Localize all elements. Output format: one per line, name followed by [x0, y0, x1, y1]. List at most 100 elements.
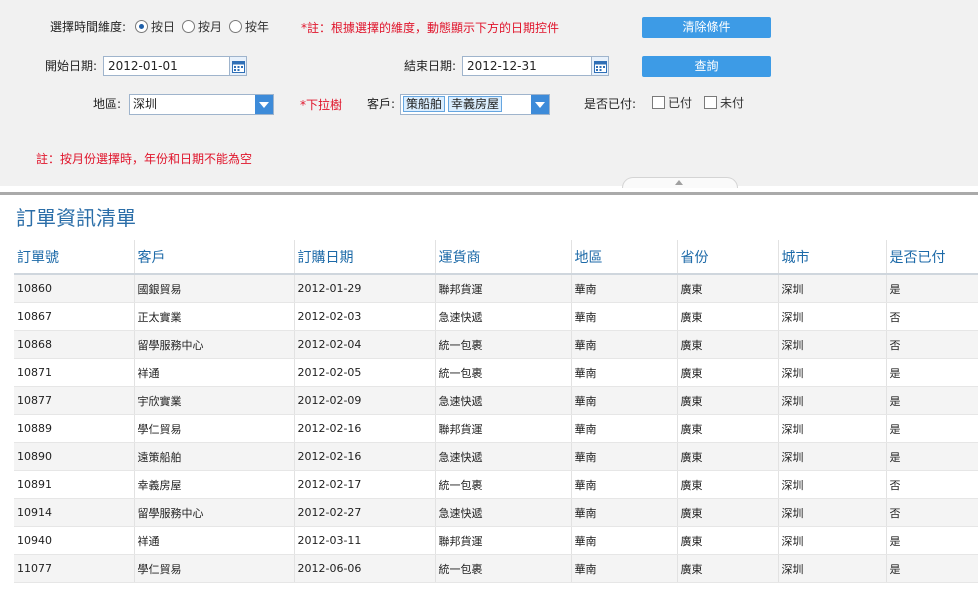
table-cell: 廣東 — [677, 498, 779, 527]
paid-checkbox-label: 已付 — [668, 96, 693, 110]
dimension-note: *註：根據選擇的維度，動態顯示下方的日期控件 — [301, 21, 560, 35]
table-cell: 2012-02-03 — [294, 302, 436, 331]
table-cell: 是 — [886, 414, 978, 443]
table-cell: 國銀貿易 — [134, 274, 295, 303]
table-cell: 是 — [886, 442, 978, 471]
table-cell: 宇欣實業 — [134, 386, 295, 415]
table-cell: 統一包裹 — [435, 330, 572, 359]
dropdown-tree-note: *下拉樹 — [300, 98, 343, 112]
table-cell: 否 — [886, 302, 978, 331]
unpaid-checkbox[interactable]: 未付 — [704, 94, 744, 112]
table-row[interactable]: 10867 正太實業 2012-02-03 急速快遞 華南 廣東 深圳否 — [14, 302, 978, 331]
end-date-calendar-button[interactable] — [591, 56, 609, 76]
table-row[interactable]: 10868 留學服務中心 2012-02-04 統一包裹 華南 廣東 深圳否 — [14, 330, 978, 359]
customer-tag[interactable]: 幸義房屋 — [448, 96, 503, 112]
table-row[interactable]: 10891 幸義房屋 2012-02-17 統一包裹 華南 廣東 深圳否 — [14, 470, 978, 499]
table-cell: 華南 — [571, 414, 678, 443]
radio-day-circle[interactable] — [135, 20, 148, 33]
table-cell: 廣東 — [677, 330, 779, 359]
table-row[interactable]: 10889 學仁貿易 2012-02-16 聯邦貨運 華南 廣東 深圳是 — [14, 414, 978, 443]
start-date-calendar-button[interactable] — [229, 56, 247, 76]
radio-year-label: 按年 — [245, 20, 270, 34]
table-cell: 2012-02-27 — [294, 498, 436, 527]
radio-year[interactable]: 按年 — [229, 18, 269, 36]
table-cell: 廣東 — [677, 358, 779, 387]
table-cell: 2012-02-05 — [294, 358, 436, 387]
clear-conditions-button[interactable]: 清除條件 — [642, 17, 771, 38]
unpaid-checkbox-box[interactable] — [704, 96, 717, 109]
table-cell: 廣東 — [677, 526, 779, 555]
table-row[interactable]: 10860 國銀貿易 2012-01-29 聯邦貨運 華南 廣東 深圳是 — [14, 274, 978, 303]
table-cell: 深圳 — [778, 414, 887, 443]
region-dropdown-arrow[interactable] — [255, 95, 273, 114]
table-cell: 11077 — [14, 554, 135, 583]
end-date-input[interactable]: 2012-12-31 — [462, 56, 592, 76]
paid-checkbox-box[interactable] — [652, 96, 665, 109]
radio-month-label: 按月 — [198, 20, 223, 34]
table-cell: 是 — [886, 554, 978, 583]
table-cell: 10867 — [14, 302, 135, 331]
table-cell: 華南 — [571, 330, 678, 359]
customer-dropdown-arrow[interactable] — [531, 95, 549, 114]
column-header[interactable]: 城市 — [778, 240, 887, 275]
paid-checkbox[interactable]: 已付 — [652, 94, 692, 112]
column-header[interactable]: 省份 — [677, 240, 779, 275]
column-header[interactable]: 客戶 — [134, 240, 295, 275]
column-header[interactable]: 是否已付 — [886, 240, 978, 275]
table-cell: 是 — [886, 274, 978, 303]
table-row[interactable]: 10877 宇欣實業 2012-02-09 急速快遞 華南 廣東 深圳是 — [14, 386, 978, 415]
table-cell: 統一包裹 — [435, 470, 572, 499]
table-cell: 深圳 — [778, 386, 887, 415]
table-row[interactable]: 10890 遠策船舶 2012-02-16 急速快遞 華南 廣東 深圳是 — [14, 442, 978, 471]
paid-status-label: 是否已付: — [584, 97, 637, 111]
radio-month-circle[interactable] — [182, 20, 195, 33]
table-cell: 華南 — [571, 386, 678, 415]
start-date-label: 開始日期: — [45, 59, 98, 73]
calendar-icon — [594, 61, 607, 73]
table-cell: 華南 — [571, 302, 678, 331]
radio-day-label: 按日 — [151, 20, 176, 34]
radio-year-circle[interactable] — [229, 20, 242, 33]
table-cell: 祥通 — [134, 526, 295, 555]
table-cell: 深圳 — [778, 302, 887, 331]
table-cell: 深圳 — [778, 554, 887, 583]
customer-dropdown[interactable]: 策船舶 幸義房屋 — [400, 94, 550, 115]
customer-tags: 策船舶 幸義房屋 — [403, 96, 505, 113]
panel-divider — [0, 192, 978, 195]
unpaid-checkbox-label: 未付 — [720, 96, 745, 110]
table-row[interactable]: 10914 留學服務中心 2012-02-27 急速快遞 華南 廣東 深圳否 — [14, 498, 978, 527]
table-row[interactable]: 10871 祥通 2012-02-05 統一包裹 華南 廣東 深圳是 — [14, 358, 978, 387]
column-header[interactable]: 地區 — [571, 240, 678, 275]
customer-label: 客戶: — [367, 97, 396, 111]
table-cell: 10877 — [14, 386, 135, 415]
column-header[interactable]: 訂單號 — [14, 240, 135, 275]
customer-tag[interactable]: 策船舶 — [403, 96, 446, 112]
column-header[interactable]: 訂購日期 — [294, 240, 436, 275]
table-cell: 10871 — [14, 358, 135, 387]
chevron-up-icon — [675, 180, 683, 185]
collapse-panel-tab[interactable] — [622, 177, 738, 188]
radio-month[interactable]: 按月 — [182, 18, 222, 36]
filter-panel: 選擇時間維度: 按日 按月 按年 *註：根據選擇的維度，動態顯示下方的日期控件 … — [0, 0, 978, 188]
time-dimension-label: 選擇時間維度: — [50, 20, 127, 34]
query-button[interactable]: 查詢 — [642, 56, 771, 77]
table-cell: 2012-02-16 — [294, 414, 436, 443]
table-row[interactable]: 11077 學仁貿易 2012-06-06 統一包裹 華南 廣東 深圳是 — [14, 554, 978, 583]
table-cell: 聯邦貨運 — [435, 274, 572, 303]
table-cell: 否 — [886, 330, 978, 359]
table-cell: 華南 — [571, 358, 678, 387]
table-cell: 急速快遞 — [435, 498, 572, 527]
orders-table: 訂單號 客戶 訂購日期 運貨商 地區 省份 城市 是否已付 10860 國銀貿易 2… — [14, 240, 978, 583]
start-date-input[interactable]: 2012-01-01 — [103, 56, 230, 76]
end-date-label: 結束日期: — [404, 59, 457, 73]
radio-day[interactable]: 按日 — [135, 18, 175, 36]
table-row[interactable]: 10940 祥通 2012-03-11 聯邦貨運 華南 廣東 深圳是 — [14, 526, 978, 555]
table-cell: 是 — [886, 526, 978, 555]
chevron-down-icon — [259, 102, 269, 108]
chevron-down-icon — [535, 102, 545, 108]
table-cell: 廣東 — [677, 442, 779, 471]
table-cell: 否 — [886, 470, 978, 499]
region-dropdown[interactable]: 深圳 — [129, 94, 274, 115]
column-header[interactable]: 運貨商 — [435, 240, 572, 275]
table-cell: 是 — [886, 358, 978, 387]
